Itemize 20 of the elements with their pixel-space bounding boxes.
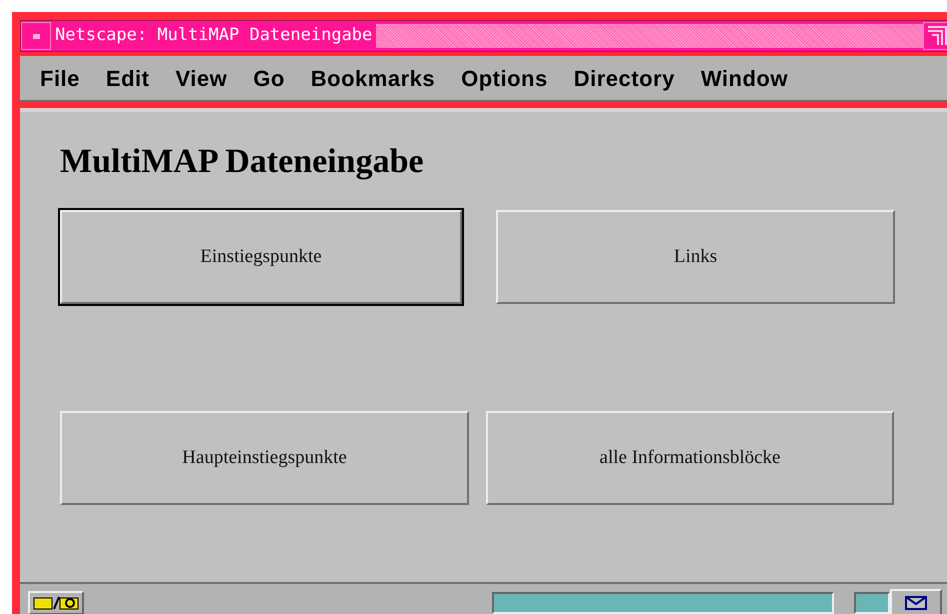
maximize-button[interactable] (923, 22, 947, 50)
menu-item[interactable]: View (175, 62, 228, 94)
menu-item[interactable]: Bookmarks (310, 62, 436, 94)
window-menu-icon (32, 34, 40, 38)
menu-item[interactable]: Options (461, 62, 548, 94)
form-button[interactable]: alle Informationsblöcke (486, 411, 894, 505)
window-title: Netscape: MultiMAP Dateneingabe (54, 24, 374, 48)
menu-item[interactable]: Go (253, 62, 285, 94)
menu-item[interactable]: Window (700, 62, 788, 94)
form-button[interactable]: Haupteinstiegspunkte (60, 411, 469, 505)
menu-item[interactable]: Directory (574, 62, 675, 94)
envelope-icon (905, 596, 927, 610)
form-button[interactable]: Einstiegspunkte (60, 210, 462, 304)
maximize-icon (927, 26, 947, 46)
menu-item[interactable]: Edit (106, 62, 150, 94)
window-menu-button[interactable] (21, 22, 51, 50)
menu-item[interactable]: File (40, 62, 80, 94)
form-button[interactable]: Links (496, 210, 895, 304)
mail-button[interactable] (890, 589, 942, 614)
page-heading: MultiMAP Dateneingabe (60, 142, 425, 182)
